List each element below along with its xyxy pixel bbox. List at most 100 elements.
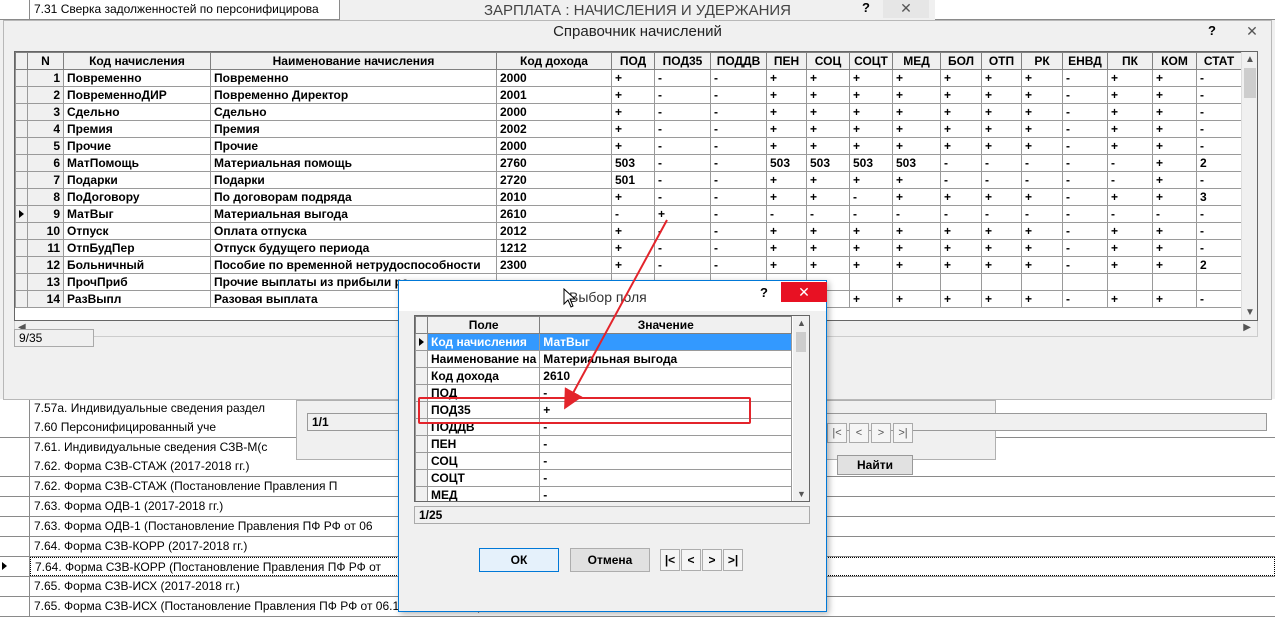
table-cell[interactable]: +: [654, 205, 711, 223]
table-cell[interactable]: -: [710, 137, 767, 155]
field-name-cell[interactable]: Код дохода: [426, 367, 541, 385]
table-cell[interactable]: Сдельно: [210, 103, 497, 121]
table-cell[interactable]: -: [1062, 290, 1108, 308]
table-cell[interactable]: +: [1152, 239, 1197, 257]
table-cell[interactable]: 7: [27, 171, 64, 189]
table-cell[interactable]: +: [1152, 69, 1197, 87]
column-header[interactable]: Наименование начисления: [210, 52, 497, 70]
table-cell[interactable]: +: [1152, 188, 1197, 206]
table-cell[interactable]: -: [940, 171, 982, 189]
table-cell[interactable]: -: [940, 205, 982, 223]
table-cell[interactable]: По договорам подряда: [210, 188, 497, 206]
table-cell[interactable]: [1152, 273, 1197, 291]
table-cell[interactable]: -: [710, 154, 767, 172]
table-cell[interactable]: ПоДоговору: [63, 188, 211, 206]
table-row[interactable]: 3 Сдельно Сдельно 2000 + - - + + + + + + + - + + -: [15, 103, 1242, 121]
table-row[interactable]: 1 Повременно Повременно 2000 + - - + + + + + + + - + + -: [15, 69, 1242, 87]
table-cell[interactable]: +: [940, 222, 982, 240]
table-cell[interactable]: +: [766, 239, 807, 257]
field-row[interactable]: Наименование на Материальная выгода: [415, 350, 793, 368]
table-cell[interactable]: -: [849, 205, 893, 223]
table-cell[interactable]: -: [940, 154, 982, 172]
scroll-thumb[interactable]: [1244, 68, 1256, 98]
table-cell[interactable]: Подарки: [63, 171, 211, 189]
table-cell[interactable]: +: [981, 239, 1022, 257]
table-cell[interactable]: +: [1021, 222, 1063, 240]
table-cell[interactable]: +: [611, 256, 655, 274]
table-cell[interactable]: +: [1152, 86, 1197, 104]
column-header[interactable]: СОЦ: [806, 52, 850, 70]
table-cell[interactable]: -: [654, 188, 711, 206]
table-cell[interactable]: Подарки: [210, 171, 497, 189]
table-cell[interactable]: Материальная выгода: [210, 205, 497, 223]
nav-last-button[interactable]: >|: [723, 549, 743, 571]
scroll-down-icon[interactable]: ▼: [1245, 307, 1255, 318]
field-name-cell[interactable]: Код начисления: [426, 333, 541, 351]
table-cell[interactable]: -: [766, 205, 807, 223]
table-cell[interactable]: +: [611, 239, 655, 257]
table-cell[interactable]: -: [1021, 205, 1063, 223]
table-cell[interactable]: 2720: [496, 171, 612, 189]
table-cell[interactable]: -: [981, 171, 1022, 189]
table-cell[interactable]: Пособие по временной нетрудоспособности: [210, 256, 497, 274]
table-cell[interactable]: -: [1062, 188, 1108, 206]
table-cell[interactable]: Премия: [63, 120, 211, 138]
table-cell[interactable]: 3: [1196, 188, 1242, 206]
table-cell[interactable]: 11: [27, 239, 64, 257]
table-cell[interactable]: -: [710, 103, 767, 121]
table-cell[interactable]: -: [654, 222, 711, 240]
table-cell[interactable]: +: [1107, 86, 1153, 104]
table-cell[interactable]: +: [611, 120, 655, 138]
table-cell[interactable]: +: [981, 290, 1022, 308]
table-row[interactable]: 5 Прочие Прочие 2000 + - - + + + + + + + - + + -: [15, 137, 1242, 155]
table-cell[interactable]: -: [654, 103, 711, 121]
table-cell[interactable]: +: [806, 69, 850, 87]
background-list-top-item[interactable]: 7.31 Сверка задолженностей по персонифиц…: [0, 0, 340, 20]
field-name-cell[interactable]: МЕД: [426, 486, 541, 501]
table-cell[interactable]: -: [1021, 171, 1063, 189]
table-cell[interactable]: +: [940, 290, 982, 308]
table-cell[interactable]: Отпуск: [63, 222, 211, 240]
table-cell[interactable]: РазВыпл: [63, 290, 211, 308]
table-cell[interactable]: +: [981, 256, 1022, 274]
table-cell[interactable]: [940, 273, 982, 291]
table-cell[interactable]: -: [981, 205, 1022, 223]
column-header[interactable]: ПОД: [611, 52, 655, 70]
column-header[interactable]: ПОД35: [654, 52, 711, 70]
table-cell[interactable]: +: [981, 69, 1022, 87]
table-cell[interactable]: +: [806, 188, 850, 206]
table-cell[interactable]: +: [1021, 290, 1063, 308]
table-row[interactable]: 10 Отпуск Оплата отпуска 2012 + - - + + + + + + + - + + -: [15, 222, 1242, 240]
field-value-cell[interactable]: Материальная выгода: [539, 350, 793, 368]
table-cell[interactable]: +: [849, 256, 893, 274]
table-cell[interactable]: -: [1152, 205, 1197, 223]
table-cell[interactable]: 2000: [496, 137, 612, 155]
table-cell[interactable]: +: [1107, 188, 1153, 206]
table-cell[interactable]: 12: [27, 256, 64, 274]
ok-button[interactable]: ОК: [479, 548, 559, 572]
table-cell[interactable]: 3: [27, 103, 64, 121]
dialog-close-button[interactable]: ✕: [781, 282, 827, 302]
grid-vertical-scrollbar[interactable]: ▲ ▼: [1241, 52, 1257, 320]
table-cell[interactable]: -: [1062, 103, 1108, 121]
table-cell[interactable]: +: [611, 86, 655, 104]
field-value-cell[interactable]: -: [539, 469, 793, 487]
table-cell[interactable]: 5: [27, 137, 64, 155]
table-cell[interactable]: МатПомощь: [63, 154, 211, 172]
table-cell[interactable]: +: [1107, 290, 1153, 308]
table-cell[interactable]: 503: [892, 154, 941, 172]
field-row[interactable]: ПЕН -: [415, 435, 793, 453]
table-cell[interactable]: -: [1107, 154, 1153, 172]
table-cell[interactable]: +: [766, 222, 807, 240]
table-cell[interactable]: Отпуск будущего периода: [210, 239, 497, 257]
field-value-cell[interactable]: 2610: [539, 367, 793, 385]
table-cell[interactable]: +: [1021, 188, 1063, 206]
table-cell[interactable]: +: [806, 222, 850, 240]
table-cell[interactable]: +: [1152, 120, 1197, 138]
dialog-help-button[interactable]: ?: [760, 285, 768, 300]
table-cell[interactable]: -: [1196, 86, 1242, 104]
table-cell[interactable]: -: [710, 86, 767, 104]
table-cell[interactable]: -: [710, 239, 767, 257]
table-cell[interactable]: +: [892, 256, 941, 274]
table-cell[interactable]: +: [1107, 222, 1153, 240]
